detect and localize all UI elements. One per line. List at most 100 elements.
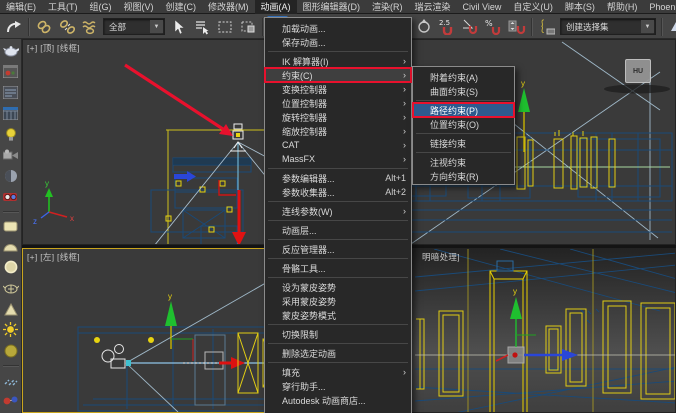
menu-item-reaction-manager[interactable]: 反应管理器... bbox=[265, 242, 411, 256]
sphere-object-icon[interactable] bbox=[2, 342, 20, 359]
menu-item-ik-solvers[interactable]: IK 解算器(I)› bbox=[265, 54, 411, 68]
render-setup-icon[interactable] bbox=[2, 63, 20, 80]
hu-overlay-button[interactable]: HU bbox=[625, 59, 651, 83]
svg-text:y: y bbox=[168, 292, 172, 301]
dome-object-icon[interactable] bbox=[2, 238, 20, 255]
menubar-views[interactable]: 视图(V) bbox=[118, 0, 160, 14]
menu-item-save-animation[interactable]: 保存动画... bbox=[265, 35, 411, 49]
menu-item-load-animation[interactable]: 加载动画... bbox=[265, 21, 411, 35]
submenu-arrow-icon: › bbox=[400, 206, 406, 216]
mirror-icon[interactable] bbox=[666, 16, 676, 37]
rendered-frame-window-icon[interactable] bbox=[2, 105, 20, 122]
menu-item-position-controllers[interactable]: 位置控制器› bbox=[265, 96, 411, 110]
menu-item-delete-selected-animation[interactable]: 删除选定动画 bbox=[265, 346, 411, 360]
svg-text:y: y bbox=[513, 287, 517, 296]
window-crossing-icon[interactable] bbox=[237, 16, 258, 37]
selected-column-large bbox=[490, 261, 527, 413]
spray-icon[interactable] bbox=[2, 371, 20, 388]
menubar-civil-view[interactable]: Civil View bbox=[457, 0, 508, 14]
menu-item-assume-skin-pose[interactable]: 采用蒙皮姿势 bbox=[265, 294, 411, 308]
menu-item-walkthrough-assistant[interactable]: 穿行助手... bbox=[265, 379, 411, 393]
submenu-arrow-icon: › bbox=[400, 70, 406, 80]
submenu-item-position-constraint[interactable]: 位置约束(O) bbox=[413, 117, 514, 131]
select-and-manipulate-icon[interactable] bbox=[414, 16, 435, 37]
menubar-graph-editors[interactable]: 图形编辑器(D) bbox=[297, 0, 367, 14]
menu-item-massfx[interactable]: MassFX› bbox=[265, 152, 411, 166]
submenu-item-lookat-constraint[interactable]: 注视约束 bbox=[413, 155, 514, 169]
menu-item-set-as-skin-pose[interactable]: 设为蒙皮姿势 bbox=[265, 280, 411, 294]
camera-icon[interactable] bbox=[2, 146, 20, 163]
select-object-icon[interactable] bbox=[168, 16, 189, 37]
sun-icon[interactable] bbox=[2, 322, 20, 339]
menubar-modifiers[interactable]: 修改器(M) bbox=[202, 0, 255, 14]
submenu-item-link-constraint[interactable]: 链接约束 bbox=[413, 136, 514, 150]
sphere-light-icon[interactable] bbox=[2, 259, 20, 276]
menubar-animation[interactable]: 动画(A) bbox=[255, 0, 297, 14]
keyboard-shortcut-override-icon[interactable] bbox=[536, 16, 557, 37]
menu-item-parameter-editor[interactable]: 参数编辑器...Alt+1 bbox=[265, 171, 411, 185]
submenu-item-attachment-constraint[interactable]: 附着约束(A) bbox=[413, 70, 514, 84]
viewport-left-label[interactable]: [+] [左] [线框] bbox=[27, 251, 80, 263]
menubar-cloud-render[interactable]: 瑞云渲染 bbox=[409, 0, 457, 14]
menu-item-bone-tools[interactable]: 骨骼工具... bbox=[265, 261, 411, 275]
rectangular-selection-region-icon[interactable] bbox=[214, 16, 235, 37]
viewport-perspective-label[interactable]: 明暗处理] bbox=[422, 251, 460, 263]
menu-separator bbox=[268, 258, 408, 259]
percent-snap-toggle-icon[interactable]: % bbox=[483, 16, 504, 37]
menu-item-constraints[interactable]: 约束(C)› bbox=[265, 68, 411, 82]
menu-item-rotation-controllers[interactable]: 旋转控制器› bbox=[265, 110, 411, 124]
submenu-arrow-icon: › bbox=[400, 367, 406, 377]
stereo-camera-icon[interactable] bbox=[2, 188, 20, 205]
menubar-customize[interactable]: 自定义(U) bbox=[507, 0, 559, 14]
animation-menu-panel: 加载动画... 保存动画... IK 解算器(I)› 约束(C)› 变换控制器›… bbox=[264, 17, 412, 413]
menu-item-transform-controllers[interactable]: 变换控制器› bbox=[265, 82, 411, 96]
menu-item-autodesk-animation-store[interactable]: Autodesk 动画商店... bbox=[265, 393, 411, 407]
menubar-create[interactable]: 创建(C) bbox=[160, 0, 203, 14]
svg-text:z: z bbox=[33, 217, 37, 226]
light-bulb-icon[interactable] bbox=[2, 126, 20, 143]
menu-item-cat[interactable]: CAT› bbox=[265, 138, 411, 152]
selection-filter-dropdown[interactable]: 全部 ▼ bbox=[103, 18, 165, 35]
menu-item-skin-pose-mode[interactable]: 蒙皮姿势模式 bbox=[265, 308, 411, 322]
menubar-scripting[interactable]: 脚本(S) bbox=[559, 0, 601, 14]
menubar-rendering[interactable]: 渲染(R) bbox=[366, 0, 409, 14]
submenu-item-orientation-constraint[interactable]: 方向约束(R) bbox=[413, 169, 514, 183]
unlink-icon[interactable] bbox=[56, 16, 77, 37]
menu-item-scale-controllers[interactable]: 缩放控制器› bbox=[265, 124, 411, 138]
shadow-sphere-icon[interactable] bbox=[2, 167, 20, 184]
viewport-top-label[interactable]: [+] [顶] [线框] bbox=[27, 42, 80, 54]
cone-object-icon[interactable] bbox=[2, 301, 20, 318]
menubar-edit[interactable]: 编辑(E) bbox=[0, 0, 42, 14]
material-editor-icon[interactable] bbox=[2, 84, 20, 101]
submenu-item-path-constraint[interactable]: 路径约束(P) bbox=[413, 103, 514, 117]
menubar-phoenix-fd[interactable]: Phoenix FD bbox=[643, 0, 676, 14]
menu-item-toggle-limits[interactable]: 切换限制 bbox=[265, 327, 411, 341]
submenu-item-surface-constraint[interactable]: 曲面约束(S) bbox=[413, 84, 514, 98]
menu-separator bbox=[268, 277, 408, 278]
menubar-tools[interactable]: 工具(T) bbox=[42, 0, 84, 14]
named-selection-sets-dropdown[interactable]: 创建选择集 ▼ bbox=[560, 18, 656, 35]
menubar-help[interactable]: 帮助(H) bbox=[601, 0, 644, 14]
render-teapot-icon[interactable] bbox=[2, 42, 20, 59]
toolbar-separator bbox=[28, 18, 29, 36]
angle-snap-toggle-icon[interactable] bbox=[460, 16, 481, 37]
wire-teapot-icon[interactable] bbox=[2, 280, 20, 297]
redo-icon[interactable] bbox=[3, 16, 24, 37]
spinner-snap-toggle-icon[interactable] bbox=[506, 16, 527, 37]
bind-to-space-warp-icon[interactable] bbox=[79, 16, 100, 37]
select-by-name-icon[interactable] bbox=[191, 16, 212, 37]
plane-object-icon[interactable] bbox=[2, 217, 20, 234]
molecule-icon[interactable] bbox=[2, 392, 20, 409]
menu-item-wire-parameters[interactable]: 连线参数(W)› bbox=[265, 204, 411, 218]
menu-item-populate[interactable]: 填充› bbox=[265, 365, 411, 379]
menu-item-parameter-collector[interactable]: 参数收集器...Alt+2 bbox=[265, 185, 411, 199]
menu-separator bbox=[416, 133, 511, 134]
select-and-link-icon[interactable] bbox=[33, 16, 54, 37]
axis-tripod: y x z bbox=[33, 179, 74, 226]
chevron-down-icon: ▼ bbox=[641, 20, 654, 33]
menu-item-animation-layers[interactable]: 动画层... bbox=[265, 223, 411, 237]
toolbar-separator bbox=[531, 18, 532, 36]
svg-text:y: y bbox=[45, 179, 49, 188]
menubar-group[interactable]: 组(G) bbox=[84, 0, 118, 14]
snaps-toggle-icon[interactable]: 2.5 bbox=[437, 16, 458, 37]
